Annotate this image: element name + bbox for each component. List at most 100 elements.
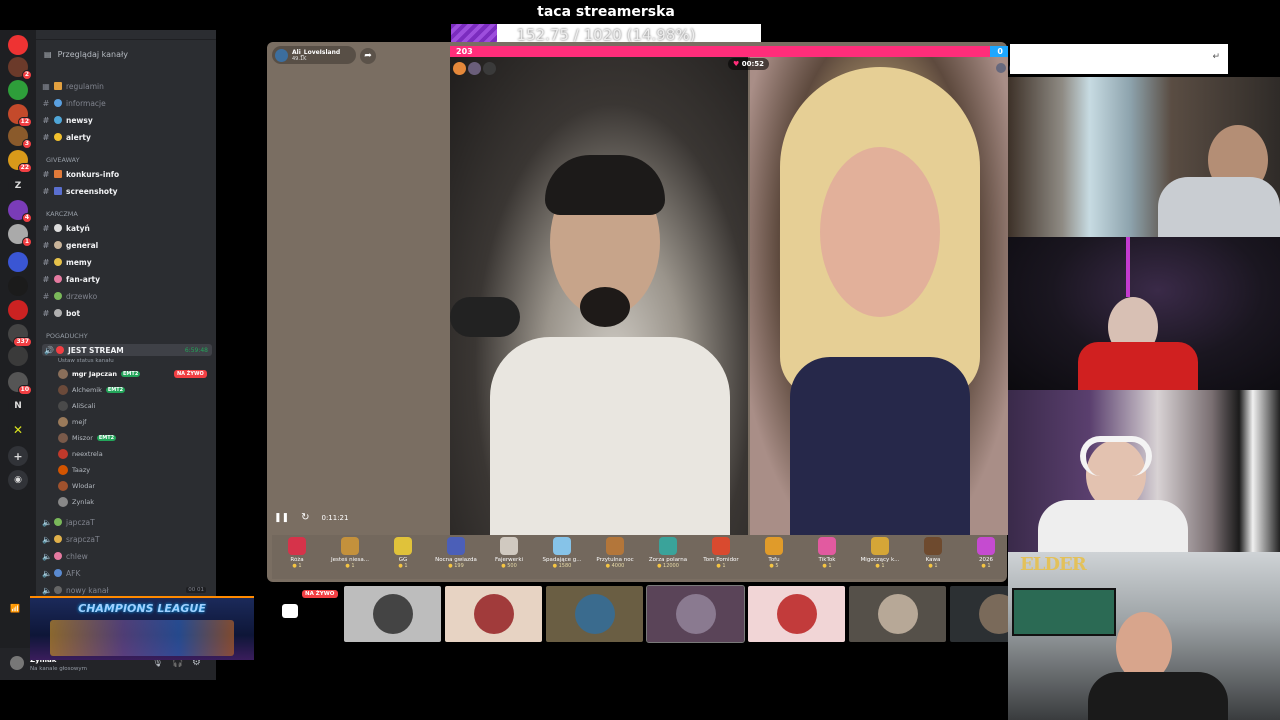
person-shirt — [1078, 342, 1198, 390]
gift-price: ● 199 — [431, 563, 481, 569]
channel-item[interactable]: # katyń — [42, 222, 90, 234]
gift-price: ● 12000 — [643, 563, 693, 569]
channel-item[interactable]: ▦ regulamin — [42, 80, 104, 92]
channel-item[interactable]: # screenshoty — [42, 185, 118, 197]
stream-tile[interactable] — [445, 586, 542, 642]
server-icon[interactable]: 12 — [8, 104, 32, 127]
server-icon[interactable]: N — [8, 396, 28, 416]
server-icon[interactable] — [8, 300, 28, 320]
gift-item[interactable]: TikTok ● 1 — [802, 537, 852, 569]
channel-item[interactable]: # fan-arty — [42, 273, 100, 285]
chat-icon[interactable] — [282, 604, 298, 618]
gift-item[interactable]: GG ● 1 — [378, 537, 428, 569]
speaker-icon: 🔈 — [42, 534, 52, 544]
server-icon[interactable]: 1 — [8, 224, 32, 247]
voice-channel[interactable]: 🔈 srapczaT — [42, 533, 100, 545]
voice-user[interactable]: mgr Japczan EMT2 — [58, 368, 141, 380]
server-icon[interactable] — [8, 35, 28, 55]
voice-user[interactable]: Wlodar — [58, 480, 95, 492]
gift-item[interactable]: 2026 ● 1 — [961, 537, 1011, 569]
user-cap: 01 — [197, 587, 204, 593]
gift-item[interactable]: Tofu ● 5 — [749, 537, 799, 569]
voice-channel[interactable]: 🔈 japczaT — [42, 516, 95, 528]
user-name: AliScali — [72, 402, 96, 410]
video-left — [450, 57, 748, 535]
server-icon[interactable]: 2 — [8, 57, 32, 80]
gift-price: ● 4000 — [590, 563, 640, 569]
avatar — [58, 385, 68, 395]
server-icon[interactable]: 4 — [8, 200, 32, 223]
voice-channel[interactable]: 🔈 AFK — [42, 567, 80, 579]
gift-item[interactable]: Zorza polarna ● 12000 — [643, 537, 693, 569]
channel-item[interactable]: # alerty — [42, 131, 91, 143]
voice-user[interactable]: Alchemik EMT2 — [58, 384, 126, 396]
gift-item[interactable]: Kawa ● 1 — [908, 537, 958, 569]
stream-tile[interactable] — [344, 586, 441, 642]
stream-tile[interactable] — [646, 585, 745, 643]
gift-item[interactable]: Fajerwerki ● 500 — [484, 537, 534, 569]
gift-icon — [341, 537, 359, 555]
server-icon[interactable]: 337 — [8, 324, 32, 347]
gift-item[interactable]: Spadające g... ● 1580 — [537, 537, 587, 569]
voice-channel[interactable]: 🔈 chlew — [42, 550, 88, 562]
share-icon[interactable]: ➦ — [360, 48, 376, 64]
voice-channel[interactable]: 🔈 nowy kanał 00 01 — [42, 584, 212, 596]
gift-item[interactable]: Róża ● 1 — [272, 537, 322, 569]
avatar[interactable] — [10, 656, 24, 670]
server-icon[interactable]: 3 — [8, 126, 32, 149]
hash-icon: # — [42, 274, 50, 284]
gift-item[interactable]: Przytulna noc ● 4000 — [590, 537, 640, 569]
server-icon[interactable]: Z — [8, 176, 28, 196]
neon-light — [1126, 237, 1130, 297]
channel-item[interactable]: # drzewko — [42, 290, 98, 302]
channel-name: srapczaT — [66, 534, 100, 544]
category-karczma[interactable]: KARCZMA — [46, 210, 78, 218]
webcam-4 — [1008, 552, 1280, 720]
collapse-icon[interactable]: ↵ — [1212, 52, 1220, 62]
voice-user[interactable]: Taazy — [58, 464, 90, 476]
voice-user[interactable]: Zynlak — [58, 496, 94, 508]
add-server-icon[interactable]: + — [8, 446, 28, 466]
channel-item[interactable]: # general — [42, 239, 99, 251]
server-icon[interactable] — [8, 276, 28, 296]
server-icon[interactable] — [8, 346, 28, 366]
gift-item[interactable]: Nocna gwiazda ● 199 — [431, 537, 481, 569]
stream-tile[interactable] — [546, 586, 643, 642]
top-gifters[interactable] — [453, 62, 496, 75]
host-chip[interactable]: Ali_LoveIsland 49.1K — [272, 46, 356, 64]
refresh-icon[interactable]: ↻ — [301, 512, 309, 523]
voice-user[interactable]: neextrela — [58, 448, 103, 460]
explore-icon[interactable]: ◉ — [8, 470, 28, 490]
server-icon[interactable] — [8, 80, 28, 100]
category-pogaduchy[interactable]: POGADUCHY — [46, 332, 88, 340]
gift-price-value: 1 — [298, 563, 302, 569]
hash-icon: # — [42, 186, 50, 196]
voice-user[interactable]: Miszor EMT2 — [58, 432, 117, 444]
browse-channels[interactable]: ▤ Przeglądaj kanały — [44, 50, 128, 59]
server-header — [36, 30, 216, 40]
x-icon[interactable]: ✕ — [8, 420, 28, 440]
channel-item[interactable]: # bot — [42, 307, 80, 319]
channel-item[interactable]: # memy — [42, 256, 92, 268]
gift-item[interactable]: Tom Pomidor ● 1 — [696, 537, 746, 569]
stream-tile[interactable] — [748, 586, 845, 642]
category-giveaway[interactable]: GIVEAWAY — [46, 156, 80, 164]
channel-item[interactable]: # informacje — [42, 97, 106, 109]
server-icon[interactable]: 22 — [8, 150, 32, 173]
gift-item[interactable]: Jesteś niesa... ● 1 — [325, 537, 375, 569]
channel-item[interactable]: # newsy — [42, 114, 93, 126]
user-name: Alchemik — [72, 386, 102, 394]
hash-icon: # — [42, 98, 50, 108]
server-icon[interactable] — [8, 252, 28, 272]
pause-icon[interactable]: ❚❚ — [274, 513, 289, 523]
set-status-link[interactable]: Ustaw status kanału — [58, 355, 114, 367]
user-name: mejf — [72, 418, 87, 426]
channel-item[interactable]: # konkurs-info — [42, 168, 120, 180]
voice-user[interactable]: AliScali — [58, 400, 95, 412]
gift-icon — [765, 537, 783, 555]
voice-user[interactable]: mejf — [58, 416, 86, 428]
stream-tile[interactable] — [849, 586, 946, 642]
host-avatar — [275, 48, 288, 62]
gift-item[interactable]: Migoczący k... ● 1 — [855, 537, 905, 569]
server-icon[interactable]: 10 — [8, 372, 32, 395]
